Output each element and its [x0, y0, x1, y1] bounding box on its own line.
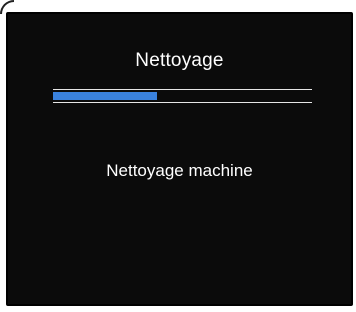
- device-bezel: Nettoyage Nettoyage machine: [0, 0, 356, 312]
- cleaning-progress-bar: [53, 89, 312, 103]
- screen-title: Nettoyage: [135, 50, 224, 71]
- progress-fill: [53, 92, 157, 100]
- display-screen: Nettoyage Nettoyage machine: [6, 12, 353, 306]
- status-message: Nettoyage machine: [106, 161, 253, 180]
